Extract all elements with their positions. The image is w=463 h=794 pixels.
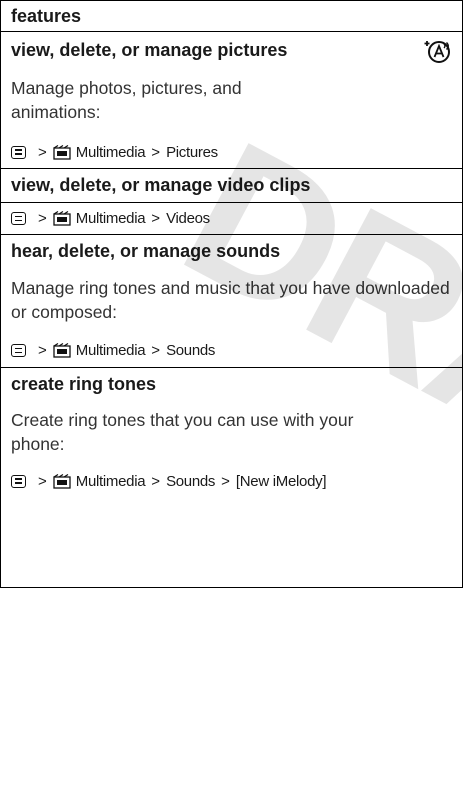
menu-key-icon [11,344,26,357]
feature-title: view, delete, or manage video clips [11,175,311,195]
feature-title-row: create ring tones [1,368,462,400]
menu-key-icon [11,145,26,159]
feature-description: Manage photos, pictures, and animations: [1,68,462,136]
menu-key-icon [11,212,26,225]
feature-description-text: Create ring tones that you can use with … [11,410,354,454]
path-separator: > [151,210,161,227]
path-item: Multimedia [75,472,146,490]
path-separator: > [221,472,230,490]
path-item: [New iMelody] [235,472,327,490]
feature-description: Create ring tones that you can use with … [1,400,462,464]
feature-section-videos: view, delete, or manage video clips > Mu… [1,169,462,235]
table-header-title: features [11,5,82,26]
feature-table: features view, delete, or manage picture… [0,0,463,588]
multimedia-icon [53,343,71,358]
path-item: Sounds [166,342,216,359]
multimedia-icon [53,473,71,489]
path-item: Sounds [166,472,216,490]
path-separator: > [38,210,47,227]
menu-path: > Multimedia > Videos [1,203,462,234]
path-item: Multimedia [75,210,146,227]
path-item: Pictures [166,143,218,161]
feature-description-text: Manage ring tones and music that you hav… [11,278,450,322]
feature-section-sounds: hear, delete, or manage sounds Manage ri… [1,235,462,368]
table-header: features [1,1,462,32]
path-separator: > [38,143,47,161]
path-separator: > [38,472,47,490]
path-item: Multimedia [75,342,146,359]
multimedia-icon [53,144,71,160]
path-separator: > [151,472,161,490]
path-separator: > [151,342,161,359]
feature-title-row: hear, delete, or manage sounds [1,235,462,268]
path-item: Videos [166,210,210,227]
feature-description-text: Manage photos, pictures, and animations: [11,78,242,122]
network-service-icon [424,41,450,63]
menu-path: > Multimedia > Pictures [1,136,462,168]
feature-section-pictures: view, delete, or manage pictures Manage … [1,32,462,169]
feature-description: Manage ring tones and music that you hav… [1,268,462,334]
feature-title: view, delete, or manage pictures [11,39,288,60]
path-separator: > [38,342,47,359]
menu-path: > Multimedia > Sounds [1,334,462,367]
path-item: Multimedia [75,143,146,161]
multimedia-icon [53,211,71,226]
feature-title: hear, delete, or manage sounds [11,241,281,261]
path-separator: > [151,143,161,161]
feature-title-row: view, delete, or manage video clips [1,169,462,203]
feature-section-ring-tones: create ring tones Create ring tones that… [1,368,462,498]
menu-path: > Multimedia > Sounds > [New iMelody] [1,464,462,498]
menu-key-icon [11,474,26,488]
feature-title: create ring tones [11,373,157,394]
feature-title-row: view, delete, or manage pictures [1,32,462,68]
